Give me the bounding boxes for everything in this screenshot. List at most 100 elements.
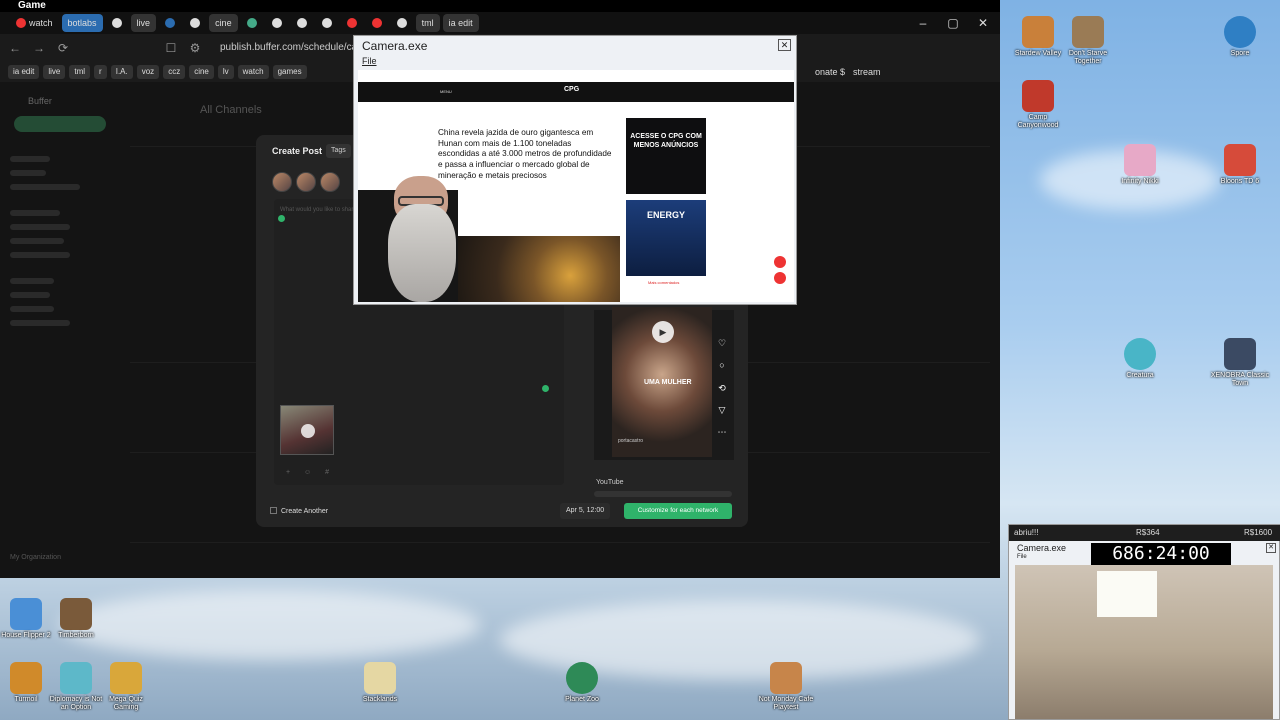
sidebar-item[interactable] <box>10 292 50 298</box>
browser-tab[interactable]: ia edit <box>442 14 479 32</box>
create-another-checkbox[interactable]: Create Another <box>270 507 328 515</box>
sidebar-item[interactable] <box>10 170 46 176</box>
browser-tab[interactable] <box>341 14 363 32</box>
bookmark-item[interactable]: tml <box>69 65 91 79</box>
desktop-icon[interactable]: Planet Zoo <box>552 662 612 704</box>
sidebar-item[interactable] <box>10 210 60 216</box>
bookmark-item[interactable]: lv <box>217 65 234 79</box>
browser-tab[interactable] <box>366 14 388 32</box>
media-thumbnail[interactable] <box>280 405 334 455</box>
close-icon[interactable]: ✕ <box>1266 543 1276 553</box>
customize-button[interactable]: Customize for each network <box>624 503 732 519</box>
tab-label: watch <box>29 18 53 28</box>
desktop-icon[interactable]: Camp Canyonwood <box>1008 80 1068 130</box>
create-another-label: Create Another <box>281 508 329 515</box>
tab-favicon-icon <box>190 18 201 28</box>
stream-timer: 686:24:00 <box>1091 543 1231 565</box>
bookmark-item[interactable]: cine <box>189 65 214 79</box>
maximize-icon[interactable]: ▢ <box>938 12 968 34</box>
sidebar-item[interactable] <box>10 306 54 312</box>
browser-tab[interactable]: live <box>130 14 157 32</box>
channel-avatar[interactable] <box>272 172 292 192</box>
tags-button[interactable]: Tags <box>326 144 351 158</box>
browser-tab[interactable] <box>106 14 128 32</box>
desktop-icon[interactable]: Timberborn <box>46 598 106 640</box>
turmoil-icon <box>10 662 42 694</box>
forward-icon[interactable]: → <box>30 39 48 57</box>
file-menu[interactable]: File <box>1017 554 1027 560</box>
desktop-icon[interactable]: Spore <box>1210 16 1270 58</box>
sidebar-item[interactable] <box>10 320 70 326</box>
browser-tab[interactable] <box>184 14 206 32</box>
reload-icon[interactable]: ⟳ <box>54 39 72 57</box>
bookmark-item[interactable]: games <box>272 65 307 79</box>
desktop-icon[interactable]: Bloons TD 6 <box>1210 144 1270 186</box>
tab-favicon-icon <box>16 18 26 28</box>
desktop-icon[interactable]: Stacklands <box>350 662 410 704</box>
minimize-icon[interactable]: – <box>908 12 938 34</box>
stacklands-icon <box>364 662 396 694</box>
calendar-divider <box>130 542 990 543</box>
bookmark-icon[interactable]: ☐ <box>162 39 180 57</box>
bookmark-item[interactable]: stream <box>853 65 881 79</box>
bookmark-item[interactable]: watch <box>237 65 269 79</box>
browser-tab[interactable] <box>291 14 313 32</box>
desktop-icon[interactable]: Mega Quiz Gaming <box>96 662 156 712</box>
desktop-icon[interactable]: Creatura <box>1110 338 1170 380</box>
desktop-icon[interactable]: Infinity Nikki <box>1110 144 1170 186</box>
play-icon[interactable]: ▶ <box>652 321 674 343</box>
repost-icon[interactable]: ⟲ <box>717 383 727 394</box>
browser-tab[interactable] <box>241 14 263 32</box>
channel-avatar[interactable] <box>296 172 316 192</box>
tab-favicon-icon <box>111 18 122 28</box>
bookmark-item[interactable]: ia edit <box>8 65 40 79</box>
close-icon[interactable]: ✕ <box>968 12 998 34</box>
bookmark-item[interactable]: voz <box>136 65 160 79</box>
back-icon[interactable]: ← <box>6 39 24 57</box>
sidebar-item[interactable] <box>10 252 70 258</box>
browser-tab[interactable] <box>159 14 181 32</box>
browser-tab[interactable]: botlabs <box>61 14 103 32</box>
bookmark-item[interactable]: I.A. <box>110 65 133 79</box>
sidebar-item[interactable] <box>10 184 80 190</box>
browser-tab[interactable]: watch <box>10 14 59 32</box>
diplomacy-icon <box>60 662 92 694</box>
channel-avatar[interactable] <box>320 172 340 192</box>
desktop-icon-label: Camp Canyonwood <box>1017 114 1059 129</box>
close-icon[interactable]: ✕ <box>778 39 791 51</box>
like-icon[interactable]: ♡ <box>717 338 727 349</box>
article-headline: China revela jazida de ouro gigantesca e… <box>438 128 612 180</box>
more-icon[interactable]: ⋯ <box>717 427 727 438</box>
organization-name[interactable]: My Organization <box>10 554 61 561</box>
sidebar-item[interactable] <box>10 156 50 162</box>
status-text: abriu!!! <box>1014 528 1039 537</box>
new-post-button[interactable] <box>14 116 106 132</box>
share-icon[interactable]: ▽ <box>717 405 727 416</box>
comment-icon[interactable]: ○ <box>717 360 727 370</box>
bookmark-item[interactable]: onate $ <box>815 65 845 79</box>
schedule-date-button[interactable]: Apr 5, 12:00 <box>560 503 611 519</box>
camera-feed: MENU CPG China revela jazida de ouro gig… <box>358 70 794 302</box>
desktop-icon[interactable]: XENOBRA Classic Town <box>1210 338 1270 388</box>
sidebar-item[interactable] <box>10 238 64 244</box>
desktop-icon-label: Planet Zoo <box>565 696 599 703</box>
editor-toolbar[interactable]: + ☺ # <box>286 469 335 476</box>
file-menu[interactable]: File <box>362 56 377 66</box>
stream-stats-bar: abriu!!! R$364 R$1600 <box>1009 525 1280 541</box>
browser-tab[interactable] <box>266 14 288 32</box>
sidebar-item[interactable] <box>10 224 70 230</box>
comment-icon <box>774 272 786 284</box>
bookmark-item[interactable]: ccz <box>163 65 186 79</box>
checkbox-icon[interactable] <box>270 507 277 514</box>
site-info-icon[interactable]: ⚙ <box>186 39 204 57</box>
bookmark-item[interactable]: live <box>43 65 66 79</box>
desktop-icon[interactable]: Don't Starve Together <box>1058 16 1118 66</box>
like-icon <box>774 256 786 268</box>
browser-tab[interactable] <box>316 14 338 32</box>
browser-tab[interactable]: cine <box>209 14 238 32</box>
sidebar-item[interactable] <box>10 278 54 284</box>
browser-tab[interactable] <box>391 14 413 32</box>
desktop-icon[interactable]: Not Monday Cafe Playtest <box>756 662 816 712</box>
browser-tab[interactable]: tml <box>415 14 440 32</box>
bookmark-item[interactable]: r <box>94 65 107 79</box>
